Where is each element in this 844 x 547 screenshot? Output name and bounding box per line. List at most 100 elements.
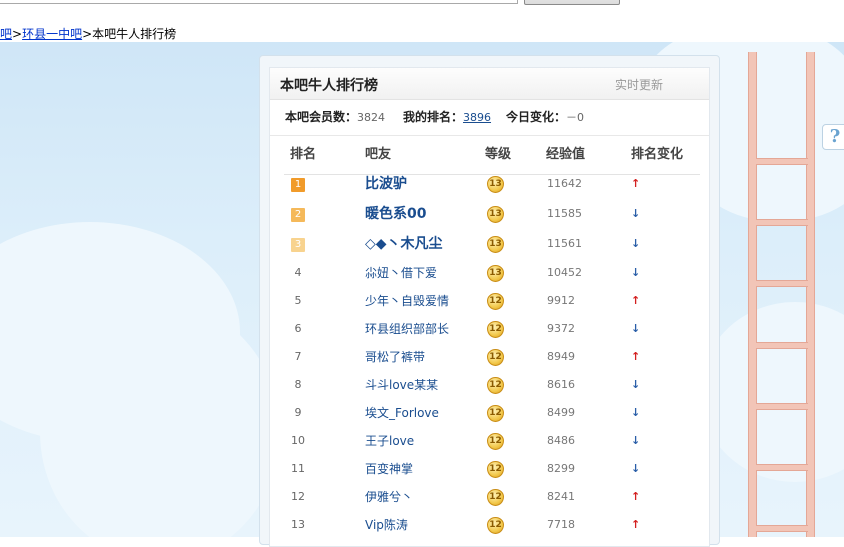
exp-value: 8299 (547, 462, 575, 475)
level-badge-icon: 12 (487, 517, 504, 534)
ladder-rung (756, 525, 808, 532)
help-icon[interactable]: ? (822, 124, 844, 150)
rank-cell: 7 (294, 350, 302, 363)
table-row: 2 暖色系00 13 11585 ↓ (284, 206, 700, 234)
exp-value: 8241 (547, 490, 575, 503)
level-badge-icon: 12 (487, 293, 504, 310)
breadcrumb-current: 本吧牛人排行榜 (92, 27, 177, 41)
rank-cell: 4 (294, 266, 302, 279)
level-cell: 12 (487, 404, 504, 422)
rank-cell: 10 (291, 434, 305, 447)
header-exp: 经验值 (546, 147, 586, 162)
level-cell: 13 (487, 205, 504, 223)
ranking-panel-body: 本吧牛人排行榜 实时更新 本吧会员数：3824 我的排名：3896 今日变化：－… (269, 67, 710, 547)
user-link[interactable]: 王子love (365, 433, 414, 449)
level-cell: 13 (487, 264, 504, 282)
rank-cell: 11 (291, 462, 305, 475)
level-badge-icon: 12 (487, 377, 504, 394)
exp-value: 8616 (547, 378, 575, 391)
ladder-rung (756, 280, 808, 287)
rank-down-arrow-icon: ↓ (631, 462, 641, 475)
user-link[interactable]: Vip陈涛 (365, 517, 408, 533)
level-badge-icon: 13 (487, 265, 504, 282)
rank-down-arrow-icon: ↓ (631, 207, 641, 220)
rank-badge: 3 (291, 238, 305, 252)
level-cell: 12 (487, 320, 504, 338)
user-link[interactable]: 伊雅兮丶 (365, 489, 413, 505)
level-cell: 12 (487, 488, 504, 506)
my-rank: 我的排名：3896 (403, 99, 491, 136)
member-count-value: 3824 (357, 111, 386, 124)
rank-badge: 2 (291, 208, 305, 222)
ladder-rung (756, 464, 808, 471)
my-rank-link[interactable]: 3896 (463, 111, 491, 124)
level-badge-icon: 12 (487, 461, 504, 478)
user-link[interactable]: 埃文_Forlove (365, 405, 439, 421)
level-badge-icon: 12 (487, 405, 504, 422)
panel-header: 本吧牛人排行榜 实时更新 (270, 68, 709, 100)
ladder-rung (756, 342, 808, 349)
table-row: 5 少年丶自毁爱情 12 9912 ↑ (284, 293, 700, 321)
breadcrumb-home-link[interactable]: 吧 (0, 27, 12, 41)
user-link[interactable]: 尛妞丶借下爱 (365, 265, 437, 281)
rank-cell: 8 (294, 378, 302, 391)
exp-value: 8486 (547, 434, 575, 447)
level-badge-icon: 12 (487, 433, 504, 450)
exp-value: 10452 (547, 266, 582, 279)
user-link[interactable]: 哥松了裤带 (365, 349, 425, 365)
user-link[interactable]: ◇◆丶木凡尘 (365, 234, 443, 254)
user-link[interactable]: 少年丶自毁爱情 (365, 293, 449, 309)
rank-down-arrow-icon: ↓ (631, 322, 641, 335)
breadcrumb-separator: > (82, 27, 93, 41)
table-row: 13 Vip陈涛 12 7718 ↑ (284, 517, 700, 545)
ranking-panel: 本吧牛人排行榜 实时更新 本吧会员数：3824 我的排名：3896 今日变化：－… (259, 55, 720, 547)
rank-down-arrow-icon: ↓ (631, 237, 641, 250)
breadcrumb-forum-link[interactable]: 环县一中吧 (22, 27, 82, 41)
user-link[interactable]: 环县组织部部长 (365, 321, 449, 337)
user-link[interactable]: 斗斗love某某 (365, 377, 438, 393)
exp-value: 11642 (547, 177, 582, 190)
level-cell: 12 (487, 376, 504, 394)
exp-value: 8499 (547, 406, 575, 419)
level-badge-icon: 13 (487, 176, 504, 193)
realtime-update-label: 实时更新 (614, 78, 663, 92)
rank-cell: 12 (291, 490, 305, 503)
ladder-rung (756, 158, 808, 165)
today-change-value: －0 (566, 111, 585, 124)
rank-up-arrow-icon: ↑ (631, 294, 641, 307)
rank-up-arrow-icon: ↑ (631, 177, 641, 190)
search-input[interactable] (0, 0, 518, 4)
level-badge-icon: 12 (487, 321, 504, 338)
today-change-label: 今日变化： (506, 110, 567, 124)
rank-up-arrow-icon: ↑ (631, 518, 641, 531)
breadcrumb-separator: > (12, 27, 23, 41)
level-cell: 12 (487, 460, 504, 478)
user-link[interactable]: 暖色系00 (365, 204, 426, 224)
table-row: 8 斗斗love某某 12 8616 ↓ (284, 377, 700, 405)
level-cell: 13 (487, 235, 504, 253)
user-link[interactable]: 比波驴 (365, 174, 407, 194)
table-header: 排名 吧友 等级 经验值 排名变化 (284, 144, 700, 175)
ladder-decoration (748, 52, 818, 537)
user-link[interactable]: 百变神掌 (365, 461, 413, 477)
table-row: 11 百变神掌 12 8299 ↓ (284, 461, 700, 489)
member-count: 本吧会员数：3824 (285, 99, 385, 136)
table-row: 4 尛妞丶借下爱 13 10452 ↓ (284, 265, 700, 293)
rank-cell: 2 (284, 206, 312, 222)
exp-value: 7718 (547, 518, 575, 531)
ladder-rung (756, 403, 808, 410)
level-cell: 12 (487, 348, 504, 366)
table-row: 9 埃文_Forlove 12 8499 ↓ (284, 405, 700, 433)
exp-value: 11585 (547, 207, 582, 220)
level-badge-icon: 13 (487, 206, 504, 223)
level-cell: 12 (487, 516, 504, 534)
level-cell: 12 (487, 432, 504, 450)
rank-cell: 3 (284, 236, 312, 252)
level-cell: 13 (487, 175, 504, 193)
header-change: 排名变化 (631, 147, 684, 162)
search-button[interactable] (524, 0, 620, 5)
table-row: 12 伊雅兮丶 12 8241 ↑ (284, 489, 700, 517)
rank-cell: 13 (291, 518, 305, 531)
table-row: 10 王子love 12 8486 ↓ (284, 433, 700, 461)
header-rank: 排名 (290, 147, 317, 162)
